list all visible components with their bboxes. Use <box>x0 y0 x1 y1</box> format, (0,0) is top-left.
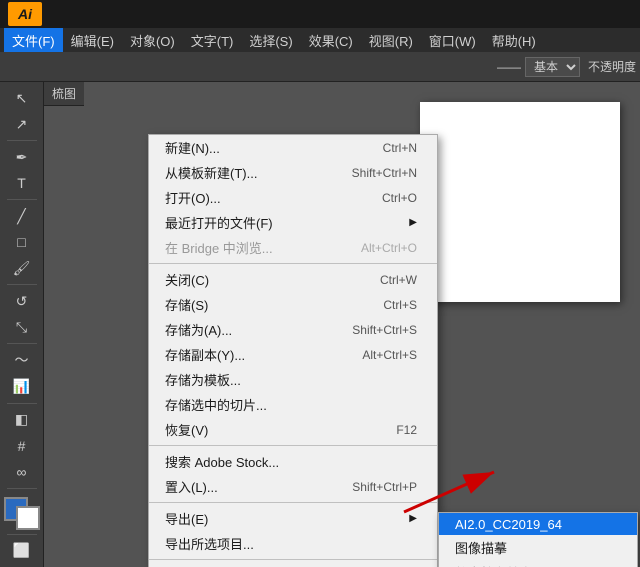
submenu-image-capture[interactable]: 图像描摹 <box>439 535 637 560</box>
sep-4 <box>149 559 437 560</box>
direct-select-tool[interactable]: ↗ <box>4 112 40 136</box>
sep-1 <box>149 263 437 264</box>
menu-effect[interactable]: 效果(C) <box>301 28 361 52</box>
tool-divider-3 <box>7 284 37 285</box>
menu-place[interactable]: 置入(L)... Shift+Ctrl+P <box>149 474 437 499</box>
background-color[interactable] <box>16 506 40 530</box>
opacity-label: 不透明度 <box>588 58 636 75</box>
rotate-tool[interactable]: ↺ <box>4 289 40 313</box>
menu-file[interactable]: 文件(F) <box>4 28 63 52</box>
gradient-tool[interactable]: ◧ <box>4 407 40 431</box>
main-area: ↖ ↗ ✒ T ╱ □ 🖌 ↺ ⤡ 〜 📊 ◧ # ∞ ⬜ 梳图 <box>0 82 640 567</box>
menu-revert[interactable]: 恢复(V) F12 <box>149 417 437 442</box>
menu-search-stock[interactable]: 搜索 Adobe Stock... <box>149 449 437 474</box>
scripts-submenu: AI2.0_CC2019_64 图像描摹 将文档存储为 PDF 将文档存储为 S… <box>438 512 638 567</box>
dropdown-overlay: 新建(N)... Ctrl+N 从模板新建(T)... Shift+Ctrl+N… <box>44 82 640 567</box>
menu-package[interactable]: 打包(G)... Alt+Shift+Ctrl+P <box>149 563 437 567</box>
menu-close[interactable]: 关闭(C) Ctrl+W <box>149 267 437 292</box>
sep-3 <box>149 502 437 503</box>
tool-divider-7 <box>7 534 37 535</box>
blend-tool[interactable]: ∞ <box>4 460 40 484</box>
menu-view[interactable]: 视图(R) <box>361 28 421 52</box>
scale-tool[interactable]: ⤡ <box>4 315 40 339</box>
tool-divider-6 <box>7 488 37 489</box>
left-toolbar: ↖ ↗ ✒ T ╱ □ 🖌 ↺ ⤡ 〜 📊 ◧ # ∞ ⬜ <box>0 82 44 567</box>
menu-bridge: 在 Bridge 中浏览... Alt+Ctrl+O <box>149 235 437 260</box>
sep-2 <box>149 445 437 446</box>
menu-help[interactable]: 帮助(H) <box>484 28 544 52</box>
tool-divider-2 <box>7 199 37 200</box>
canvas-area: 梳图 新建(N)... Ctrl+N 从模板新建(T)... Shift+Ctr… <box>44 82 640 567</box>
menu-save-template[interactable]: 存储为模板... <box>149 367 437 392</box>
rect-tool[interactable]: □ <box>4 230 40 254</box>
menu-export[interactable]: 导出(E) ▶ <box>149 506 437 531</box>
line-tool[interactable]: ╱ <box>4 204 40 228</box>
brush-tool[interactable]: 🖌 <box>4 256 40 280</box>
screen-mode[interactable]: ⬜ <box>4 539 40 563</box>
file-menu: 新建(N)... Ctrl+N 从模板新建(T)... Shift+Ctrl+N… <box>148 134 438 567</box>
type-tool[interactable]: T <box>4 171 40 195</box>
style-select[interactable]: 基本 <box>525 57 580 77</box>
menu-text[interactable]: 文字(T) <box>183 28 242 52</box>
menu-select[interactable]: 选择(S) <box>241 28 300 52</box>
tool-divider-5 <box>7 403 37 404</box>
menu-save[interactable]: 存储(S) Ctrl+S <box>149 292 437 317</box>
tool-divider-4 <box>7 343 37 344</box>
mesh-tool[interactable]: # <box>4 434 40 458</box>
graph-tool[interactable]: 📊 <box>4 374 40 398</box>
app-logo: Ai <box>8 2 42 26</box>
menu-bar: 文件(F) 编辑(E) 对象(O) 文字(T) 选择(S) 效果(C) 视图(R… <box>0 28 640 52</box>
menu-save-copy[interactable]: 存储副本(Y)... Alt+Ctrl+S <box>149 342 437 367</box>
menu-export-selection[interactable]: 导出所选项目... <box>149 531 437 556</box>
menu-object[interactable]: 对象(O) <box>122 28 183 52</box>
submenu-ai-cc[interactable]: AI2.0_CC2019_64 <box>439 513 637 535</box>
menu-open[interactable]: 打开(O)... Ctrl+O <box>149 185 437 210</box>
menu-recent[interactable]: 最近打开的文件(F) ▶ <box>149 210 437 235</box>
toolbar-line: —— <box>497 60 521 74</box>
pen-tool[interactable]: ✒ <box>4 145 40 169</box>
menu-window[interactable]: 窗口(W) <box>421 28 484 52</box>
color-swatch[interactable] <box>4 497 40 530</box>
main-toolbar: —— 基本 不透明度 <box>0 52 640 82</box>
menu-new[interactable]: 新建(N)... Ctrl+N <box>149 135 437 160</box>
menu-save-selection[interactable]: 存储选中的切片... <box>149 392 437 417</box>
title-bar: Ai <box>0 0 640 28</box>
tool-divider-1 <box>7 140 37 141</box>
warp-tool[interactable]: 〜 <box>4 348 40 372</box>
menu-save-as[interactable]: 存储为(A)... Shift+Ctrl+S <box>149 317 437 342</box>
menu-edit[interactable]: 编辑(E) <box>63 28 122 52</box>
menu-new-template[interactable]: 从模板新建(T)... Shift+Ctrl+N <box>149 160 437 185</box>
select-tool[interactable]: ↖ <box>4 86 40 110</box>
submenu-save-pdf[interactable]: 将文档存储为 PDF <box>439 560 637 567</box>
